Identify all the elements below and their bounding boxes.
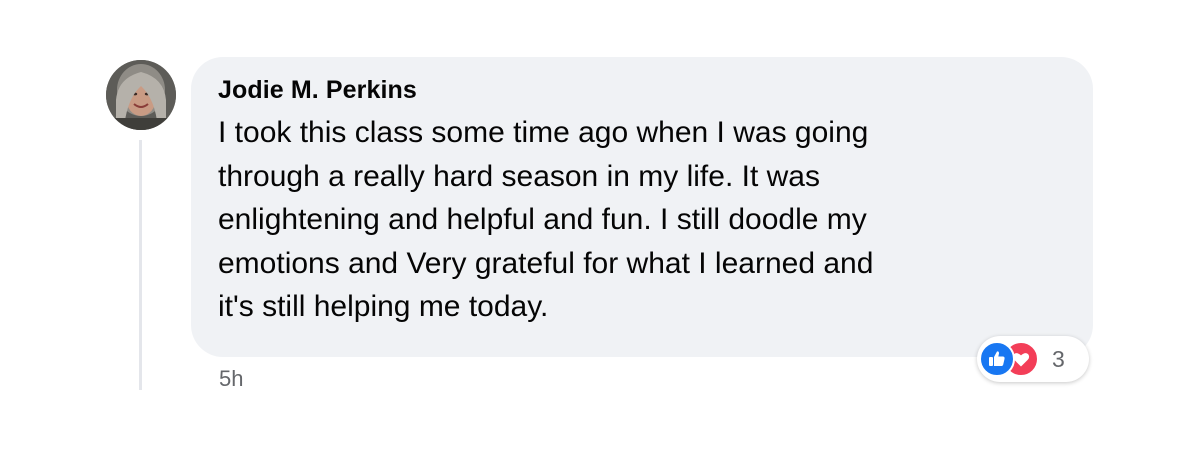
comment-text-line: through a really hard season in my life.… — [218, 159, 820, 193]
comment-text-line: I took this class some time ago when I w… — [218, 116, 869, 149]
avatar[interactable] — [106, 60, 176, 130]
comment-bubble: Jodie M. Perkins I took this class some … — [191, 57, 1093, 357]
reactions-summary[interactable]: 3 — [977, 336, 1089, 382]
thread-line — [139, 140, 142, 390]
comment-text-line: emotions and Very grateful for what I le… — [218, 246, 874, 280]
comment-text-line: enlightening and helpful and fun. I stil… — [218, 203, 867, 236]
comment-text-line: it's still helping me today. — [218, 290, 549, 323]
comment-thread: Jodie M. Perkins I took this class some … — [0, 0, 1200, 450]
reaction-count: 3 — [1052, 346, 1065, 372]
comment-timestamp[interactable]: 5h — [219, 366, 243, 392]
comment-author[interactable]: Jodie M. Perkins — [218, 75, 1063, 105]
avatar-photo — [106, 60, 176, 130]
comment-text: I took this class some time ago when I w… — [218, 111, 998, 329]
like-icon — [979, 341, 1015, 377]
